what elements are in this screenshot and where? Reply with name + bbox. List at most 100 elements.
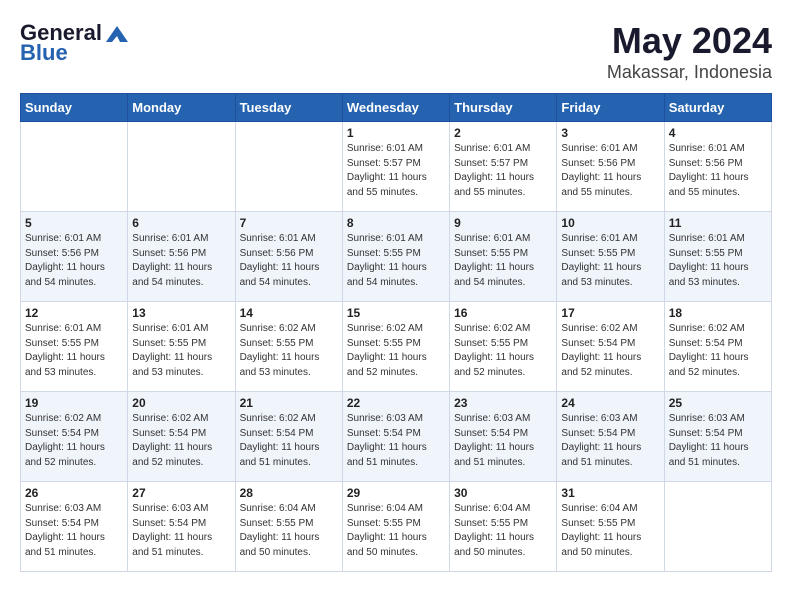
calendar-cell: 29 Sunrise: 6:04 AM Sunset: 5:55 PM Dayli… [342,482,449,572]
day-content: Sunrise: 6:04 AM Sunset: 5:55 PM Dayligh… [454,502,552,560]
day-number: 23 [454,396,552,410]
day-number: 30 [454,486,552,500]
day-number: 12 [25,306,123,320]
calendar-week-row: 12 Sunrise: 6:01 AM Sunset: 5:55 PM Dayli… [21,302,772,392]
day-content: Sunrise: 6:03 AM Sunset: 5:54 PM Dayligh… [669,412,767,470]
title-area: May 2024 Makassar, Indonesia [607,20,772,83]
day-content: Sunrise: 6:02 AM Sunset: 5:55 PM Dayligh… [347,322,445,380]
day-number: 15 [347,306,445,320]
calendar-week-row: 19 Sunrise: 6:02 AM Sunset: 5:54 PM Dayli… [21,392,772,482]
calendar-cell: 13Sunrise: 6:01 AM Sunset: 5:55 PM Dayli… [128,302,235,392]
logo-icon [104,24,130,44]
day-number: 5 [25,216,123,230]
weekday-header-saturday: Saturday [664,94,771,122]
weekday-header-wednesday: Wednesday [342,94,449,122]
calendar-cell: 12 Sunrise: 6:01 AM Sunset: 5:55 PM Dayli… [21,302,128,392]
day-number: 20 [132,396,230,410]
day-content: Sunrise: 6:02 AM Sunset: 5:54 PM Dayligh… [240,412,338,470]
logo: General Blue [20,20,130,65]
day-content: Sunrise: 6:04 AM Sunset: 5:55 PM Dayligh… [561,502,659,560]
day-number: 11 [669,216,767,230]
weekday-header-monday: Monday [128,94,235,122]
calendar-cell: 23 Sunrise: 6:03 AM Sunset: 5:54 PM Dayli… [450,392,557,482]
day-number: 18 [669,306,767,320]
day-content: Sunrise: 6:01 AM Sunset: 5:56 PM Dayligh… [669,142,767,200]
weekday-header-sunday: Sunday [21,94,128,122]
calendar-cell: 24 Sunrise: 6:03 AM Sunset: 5:54 PM Dayli… [557,392,664,482]
day-number: 14 [240,306,338,320]
calendar-cell [235,122,342,212]
calendar-table: SundayMondayTuesdayWednesdayThursdayFrid… [20,93,772,572]
calendar-cell [664,482,771,572]
weekday-header-thursday: Thursday [450,94,557,122]
calendar-cell: 28 Sunrise: 6:04 AM Sunset: 5:55 PM Dayli… [235,482,342,572]
day-number: 9 [454,216,552,230]
calendar-cell: 2Sunrise: 6:01 AM Sunset: 5:57 PM Daylig… [450,122,557,212]
calendar-cell: 22 Sunrise: 6:03 AM Sunset: 5:54 PM Dayli… [342,392,449,482]
calendar-cell: 31 Sunrise: 6:04 AM Sunset: 5:55 PM Dayli… [557,482,664,572]
day-content: Sunrise: 6:02 AM Sunset: 5:54 PM Dayligh… [561,322,659,380]
day-content: Sunrise: 6:01 AM Sunset: 5:55 PM Dayligh… [132,322,230,380]
calendar-cell: 14Sunrise: 6:02 AM Sunset: 5:55 PM Dayli… [235,302,342,392]
day-content: Sunrise: 6:01 AM Sunset: 5:55 PM Dayligh… [561,232,659,290]
calendar-cell: 4Sunrise: 6:01 AM Sunset: 5:56 PM Daylig… [664,122,771,212]
calendar-cell: 1Sunrise: 6:01 AM Sunset: 5:57 PM Daylig… [342,122,449,212]
weekday-header-tuesday: Tuesday [235,94,342,122]
calendar-cell: 9 Sunrise: 6:01 AM Sunset: 5:55 PM Daylig… [450,212,557,302]
calendar-cell: 19 Sunrise: 6:02 AM Sunset: 5:54 PM Dayli… [21,392,128,482]
day-number: 16 [454,306,552,320]
calendar-cell: 11 Sunrise: 6:01 AM Sunset: 5:55 PM Dayli… [664,212,771,302]
calendar-cell: 17 Sunrise: 6:02 AM Sunset: 5:54 PM Dayli… [557,302,664,392]
calendar-week-row: 26 Sunrise: 6:03 AM Sunset: 5:54 PM Dayli… [21,482,772,572]
day-content: Sunrise: 6:03 AM Sunset: 5:54 PM Dayligh… [454,412,552,470]
calendar-cell [21,122,128,212]
calendar-cell: 21 Sunrise: 6:02 AM Sunset: 5:54 PM Dayli… [235,392,342,482]
day-number: 8 [347,216,445,230]
day-content: Sunrise: 6:03 AM Sunset: 5:54 PM Dayligh… [561,412,659,470]
day-number: 27 [132,486,230,500]
page-subtitle: Makassar, Indonesia [607,62,772,83]
day-content: Sunrise: 6:01 AM Sunset: 5:56 PM Dayligh… [240,232,338,290]
calendar-cell [128,122,235,212]
day-number: 1 [347,126,445,140]
day-content: Sunrise: 6:04 AM Sunset: 5:55 PM Dayligh… [240,502,338,560]
header: General Blue May 2024 Makassar, Indonesi… [20,20,772,83]
calendar-cell: 25Sunrise: 6:03 AM Sunset: 5:54 PM Dayli… [664,392,771,482]
day-number: 21 [240,396,338,410]
day-number: 10 [561,216,659,230]
weekday-header-row: SundayMondayTuesdayWednesdayThursdayFrid… [21,94,772,122]
day-content: Sunrise: 6:01 AM Sunset: 5:55 PM Dayligh… [669,232,767,290]
page-title: May 2024 [607,20,772,62]
calendar-week-row: 1 Sunrise: 6:01 AM Sunset: 5:57 PM Daylig… [21,122,772,212]
day-number: 24 [561,396,659,410]
day-content: Sunrise: 6:02 AM Sunset: 5:54 PM Dayligh… [25,412,123,470]
day-number: 17 [561,306,659,320]
day-content: Sunrise: 6:02 AM Sunset: 5:54 PM Dayligh… [132,412,230,470]
day-content: Sunrise: 6:01 AM Sunset: 5:55 PM Dayligh… [454,232,552,290]
calendar-cell: 26Sunrise: 6:03 AM Sunset: 5:54 PM Dayli… [21,482,128,572]
day-number: 29 [347,486,445,500]
calendar-cell: 15 Sunrise: 6:02 AM Sunset: 5:55 PM Dayli… [342,302,449,392]
day-number: 7 [240,216,338,230]
day-number: 6 [132,216,230,230]
day-content: Sunrise: 6:03 AM Sunset: 5:54 PM Dayligh… [347,412,445,470]
calendar-week-row: 5 Sunrise: 6:01 AM Sunset: 5:56 PM Daylig… [21,212,772,302]
calendar-cell: 30 Sunrise: 6:04 AM Sunset: 5:55 PM Dayli… [450,482,557,572]
day-number: 3 [561,126,659,140]
calendar-cell: 8Sunrise: 6:01 AM Sunset: 5:55 PM Daylig… [342,212,449,302]
day-number: 19 [25,396,123,410]
day-number: 22 [347,396,445,410]
day-content: Sunrise: 6:01 AM Sunset: 5:57 PM Dayligh… [454,142,552,200]
day-content: Sunrise: 6:02 AM Sunset: 5:55 PM Dayligh… [454,322,552,380]
day-content: Sunrise: 6:01 AM Sunset: 5:56 PM Dayligh… [25,232,123,290]
day-number: 26 [25,486,123,500]
calendar-cell: 5 Sunrise: 6:01 AM Sunset: 5:56 PM Daylig… [21,212,128,302]
calendar-cell: 16 Sunrise: 6:02 AM Sunset: 5:55 PM Dayli… [450,302,557,392]
day-content: Sunrise: 6:01 AM Sunset: 5:56 PM Dayligh… [561,142,659,200]
calendar-cell: 10 Sunrise: 6:01 AM Sunset: 5:55 PM Dayli… [557,212,664,302]
day-content: Sunrise: 6:01 AM Sunset: 5:55 PM Dayligh… [25,322,123,380]
day-content: Sunrise: 6:03 AM Sunset: 5:54 PM Dayligh… [132,502,230,560]
day-number: 28 [240,486,338,500]
day-number: 31 [561,486,659,500]
day-content: Sunrise: 6:04 AM Sunset: 5:55 PM Dayligh… [347,502,445,560]
